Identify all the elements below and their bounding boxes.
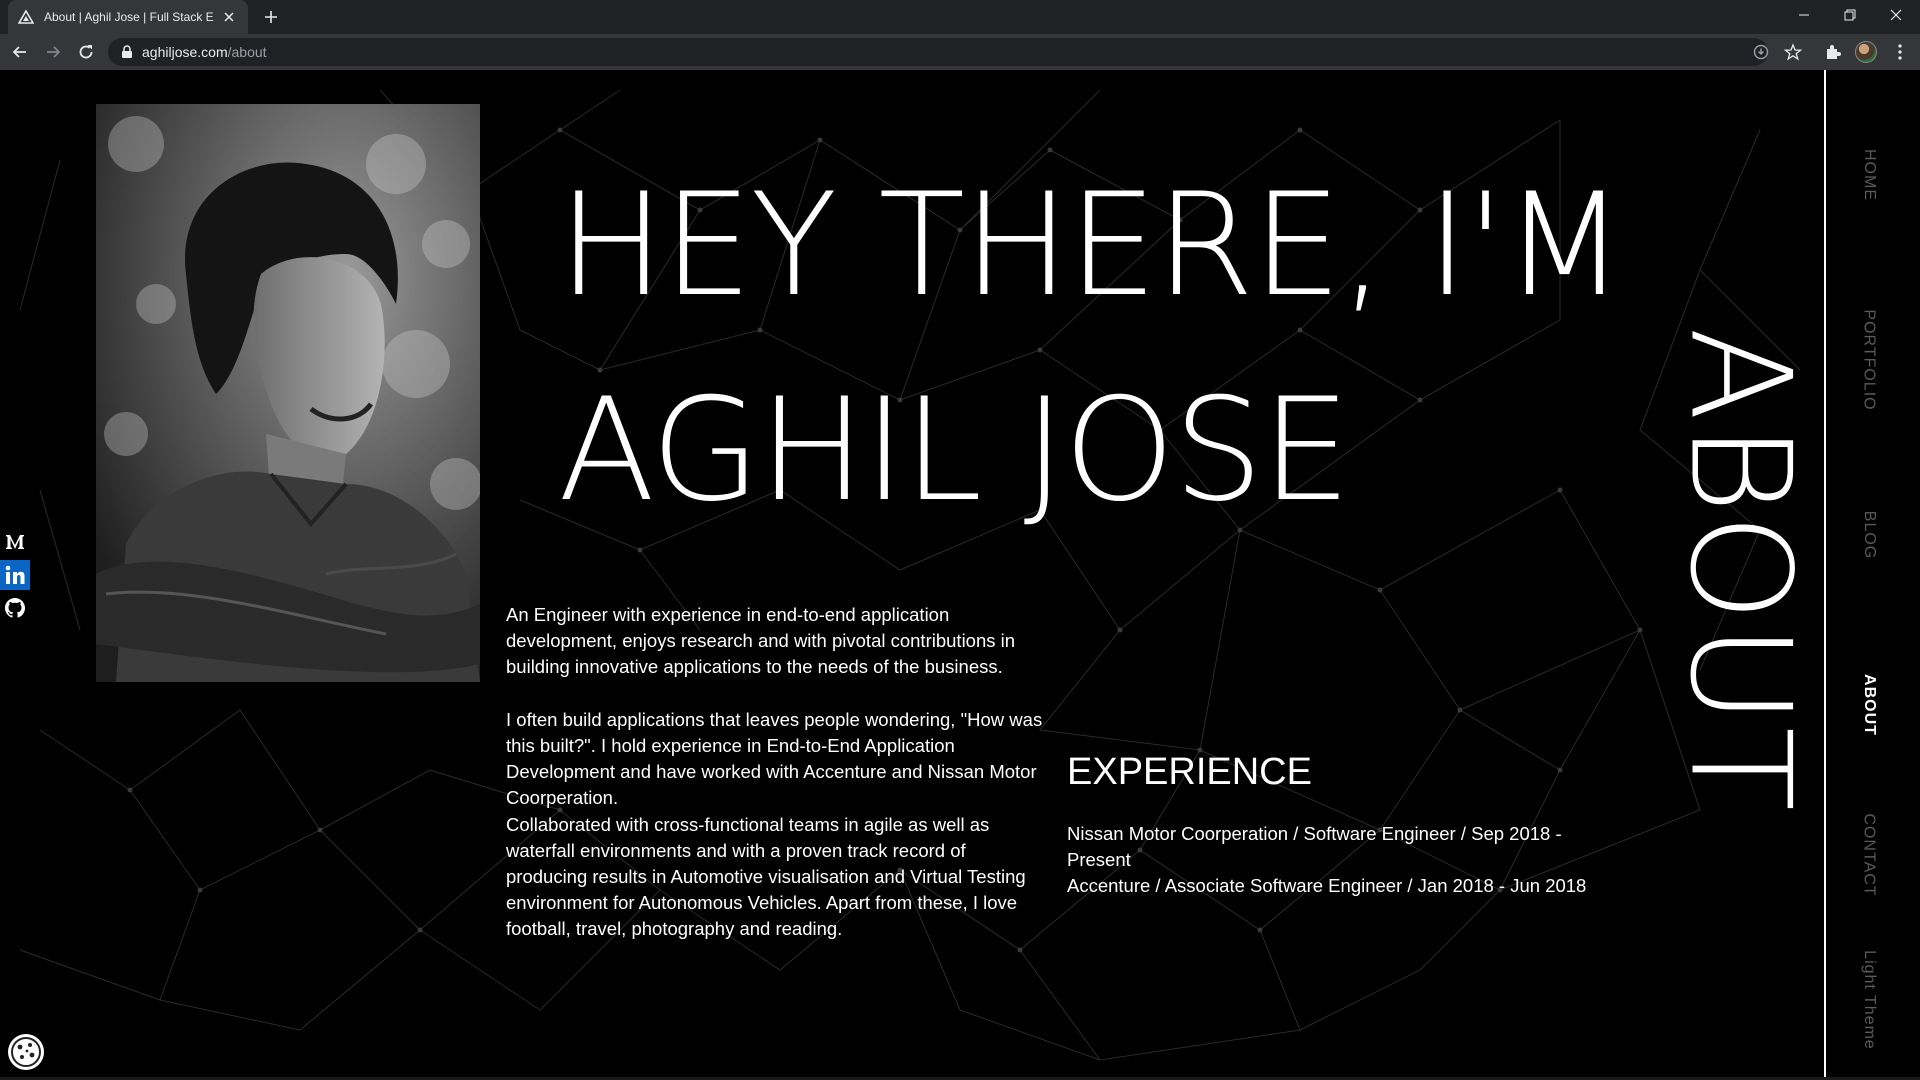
forward-arrow-icon[interactable] (43, 42, 63, 62)
nav-item-about[interactable]: ABOUT (1834, 640, 1904, 770)
browser-tab-strip: About | Aghil Jose | Full Stack Engineer (0, 0, 1920, 34)
cookie-settings-button[interactable] (8, 1034, 44, 1070)
nav-divider (1824, 70, 1826, 1080)
install-app-icon[interactable] (1752, 43, 1770, 61)
profile-photo (96, 104, 480, 682)
bio-paragraph: Collaborated with cross-functional teams… (506, 814, 1026, 939)
lock-icon (122, 45, 132, 58)
address-bar[interactable]: aghiljose.com/about (108, 38, 1802, 66)
hero-name: AGHIL JOSE (558, 368, 1351, 533)
tab-close-icon[interactable] (220, 8, 238, 26)
bio-paragraph: An Engineer with experience in end-to-en… (506, 604, 1016, 677)
section-label-text: ABOUT (1659, 326, 1821, 814)
nav-label: CONTACT (1861, 813, 1879, 897)
about-page: HEY THERE, I'M AGHIL JOSE An Engineer wi… (0, 70, 1920, 1080)
medium-link[interactable] (0, 527, 30, 557)
experience-heading: EXPERIENCE (1067, 751, 1312, 793)
nav-label: HOME (1861, 149, 1878, 201)
url-domain: aghiljose.com (142, 44, 228, 60)
portrait-illustration (96, 104, 480, 682)
restore-window-icon[interactable] (1827, 0, 1873, 30)
nav-item-home[interactable]: HOME (1834, 120, 1904, 230)
reload-icon[interactable] (76, 42, 96, 62)
browser-toolbar: aghiljose.com/about (0, 34, 1920, 70)
linkedin-link[interactable] (0, 560, 30, 590)
tab-title: About | Aghil Jose | Full Stack Engineer (44, 10, 214, 24)
minimize-window-icon[interactable] (1781, 0, 1827, 30)
github-link[interactable] (0, 593, 30, 623)
cookie-icon (11, 1037, 41, 1067)
nav-label: ABOUT (1860, 674, 1878, 736)
experience-entry: Accenture / Associate Software Engineer … (1067, 875, 1587, 896)
nav-label: PORTFOLIO (1861, 309, 1879, 411)
hero-greeting: HEY THERE, I'M (558, 163, 1626, 328)
section-label-vertical: ABOUT (1660, 290, 1821, 850)
nav-item-contact[interactable]: CONTACT (1834, 780, 1904, 930)
back-arrow-icon[interactable] (10, 42, 30, 62)
browser-menu-icon[interactable] (1890, 42, 1910, 62)
experience-list: Nissan Motor Coorperation / Software Eng… (1067, 821, 1607, 899)
url-text: aghiljose.com/about (142, 44, 267, 60)
theme-toggle-label: Light Theme (1861, 950, 1878, 1050)
nav-item-portfolio[interactable]: PORTFOLIO (1834, 270, 1904, 450)
nav-label: BLOG (1861, 510, 1878, 560)
medium-icon (6, 535, 24, 549)
site-favicon-icon (18, 9, 34, 24)
github-icon (5, 598, 25, 618)
close-window-icon[interactable] (1873, 0, 1919, 30)
url-path: /about (227, 44, 267, 60)
nav-item-blog[interactable]: BLOG (1834, 480, 1904, 590)
extensions-puzzle-icon[interactable] (1823, 42, 1843, 62)
linkedin-icon (5, 565, 25, 584)
experience-entry: Nissan Motor Coorperation / Software Eng… (1067, 823, 1562, 870)
new-tab-icon[interactable] (262, 8, 280, 26)
profile-avatar[interactable] (1855, 41, 1877, 63)
bookmark-star-icon[interactable] (1784, 43, 1802, 61)
bio-paragraph: I often build applications that leaves p… (506, 709, 1043, 808)
theme-toggle[interactable]: Light Theme (1834, 930, 1904, 1070)
browser-tab-active[interactable]: About | Aghil Jose | Full Stack Engineer (8, 0, 248, 34)
